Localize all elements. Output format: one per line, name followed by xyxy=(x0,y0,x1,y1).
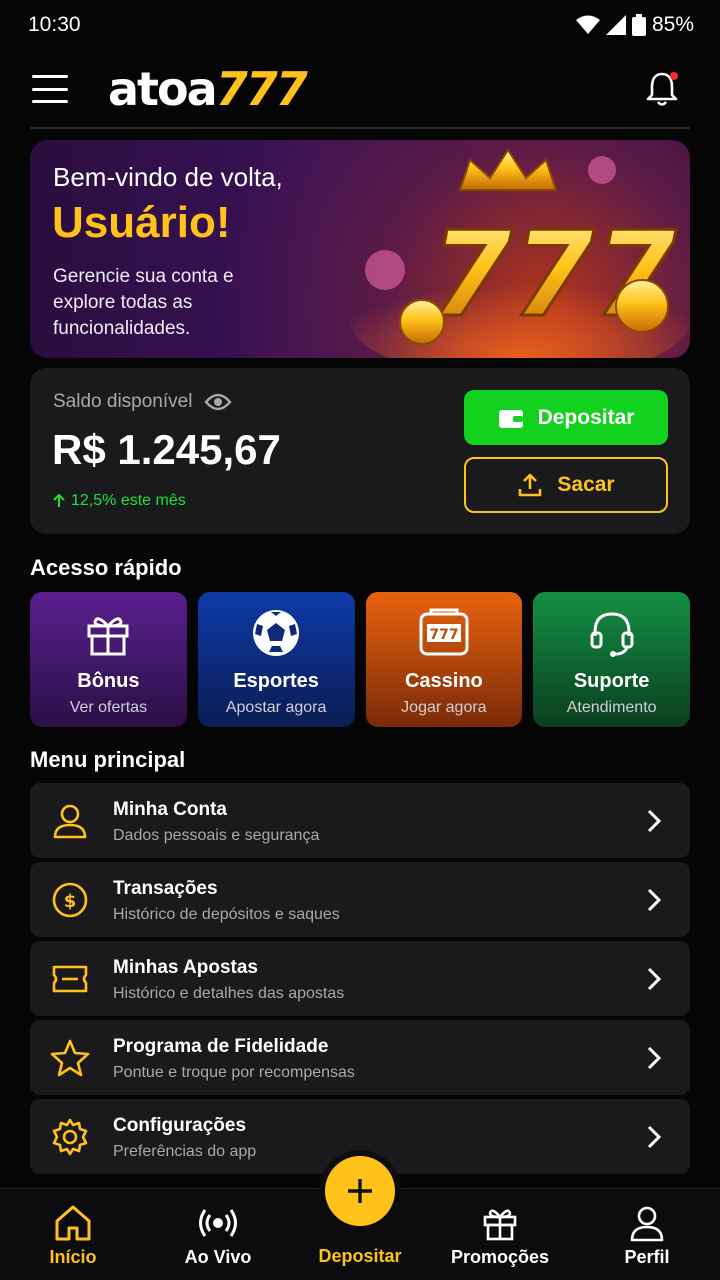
status-icons: 85% xyxy=(575,13,694,37)
withdraw-button[interactable]: Sacar xyxy=(464,457,668,513)
slot-machine-icon: 777 xyxy=(419,608,469,656)
chevron-right-icon xyxy=(647,809,662,833)
quick-bonus[interactable]: Bônus Ver ofertas xyxy=(30,592,187,727)
dollar-coin-icon: $ xyxy=(52,882,88,918)
wifi-icon xyxy=(575,15,600,34)
nav-deposit-label: Depositar xyxy=(318,1246,402,1266)
hero-description: Gerencie sua conta e explore todas as fu… xyxy=(53,266,234,339)
home-icon xyxy=(55,1205,91,1241)
menu-icon[interactable] xyxy=(32,75,68,103)
gift-icon xyxy=(87,617,129,656)
nav-live[interactable]: Ao Vivo xyxy=(168,1189,268,1280)
star-icon xyxy=(50,1039,90,1077)
chevron-right-icon xyxy=(647,1125,662,1149)
app-logo: atoa777 xyxy=(108,62,308,116)
battery-icon xyxy=(631,14,646,36)
deposit-button[interactable]: Depositar xyxy=(464,390,668,445)
balance-change: 12,5% este mês xyxy=(53,492,186,510)
hero-username: Usuário! xyxy=(52,198,231,247)
headset-icon xyxy=(590,612,634,657)
arrow-up-icon xyxy=(53,494,65,507)
ticket-icon xyxy=(52,965,88,993)
main-menu-title: Menu principal xyxy=(30,747,186,772)
balance-label-row: Saldo disponível xyxy=(53,391,233,413)
quick-support[interactable]: Suporte Atendimento xyxy=(533,592,690,727)
eye-icon[interactable] xyxy=(204,392,233,412)
live-broadcast-icon xyxy=(199,1209,237,1237)
deposit-fab-button[interactable] xyxy=(325,1156,395,1226)
gift-icon xyxy=(483,1209,517,1241)
profile-icon xyxy=(630,1206,664,1242)
main-menu-list: Minha Conta Dados pessoais e segurança $… xyxy=(30,783,690,1178)
quick-access-title: Acesso rápido xyxy=(30,555,182,580)
battery-level: 85% xyxy=(651,13,694,36)
balance-value: R$ 1.245,67 xyxy=(52,426,281,473)
nav-profile[interactable]: Perfil xyxy=(606,1189,688,1280)
wallet-icon xyxy=(498,409,523,428)
hero-greeting: Bem-vindo de volta, xyxy=(53,162,283,192)
header-divider xyxy=(30,127,690,129)
menu-item-account[interactable]: Minha Conta Dados pessoais e segurança xyxy=(30,783,690,858)
user-icon xyxy=(53,804,87,839)
balance-card: Saldo disponível R$ 1.245,67 12,5% este … xyxy=(30,368,690,534)
nav-promotions[interactable]: Promoções xyxy=(440,1189,560,1280)
app-header: atoa777 xyxy=(0,50,720,128)
quick-sports[interactable]: Esportes Apostar agora xyxy=(197,592,355,727)
signal-icon xyxy=(605,15,626,35)
chevron-right-icon xyxy=(647,1046,662,1070)
quick-access-grid: Bônus Ver ofertas Esportes Apostar agora… xyxy=(30,592,690,727)
svg-text:777: 777 xyxy=(429,627,458,643)
notification-bell-icon[interactable] xyxy=(644,70,680,108)
upload-icon xyxy=(519,473,542,497)
status-time: 10:30 xyxy=(28,13,81,36)
gear-icon xyxy=(52,1118,88,1156)
svg-text:$: $ xyxy=(64,891,77,912)
soccer-ball-icon xyxy=(253,610,300,656)
chevron-right-icon xyxy=(647,888,662,912)
welcome-banner: Bem-vindo de volta, Usuário! Gerencie su… xyxy=(30,140,690,358)
nav-home[interactable]: Início xyxy=(32,1189,114,1280)
status-bar: 10:30 85% xyxy=(0,0,720,50)
balance-label: Saldo disponível xyxy=(53,391,193,412)
plus-icon xyxy=(348,1179,372,1203)
slot-777-illustration: 777 xyxy=(350,148,690,358)
menu-item-transactions[interactable]: $ Transações Histórico de depósitos e sa… xyxy=(30,862,690,937)
chevron-right-icon xyxy=(647,967,662,991)
quick-casino[interactable]: 777 Cassino Jogar agora xyxy=(365,592,523,727)
menu-item-loyalty[interactable]: Programa de Fidelidade Pontue e troque p… xyxy=(30,1020,690,1095)
menu-item-bets[interactable]: Minhas Apostas Histórico e detalhes das … xyxy=(30,941,690,1016)
